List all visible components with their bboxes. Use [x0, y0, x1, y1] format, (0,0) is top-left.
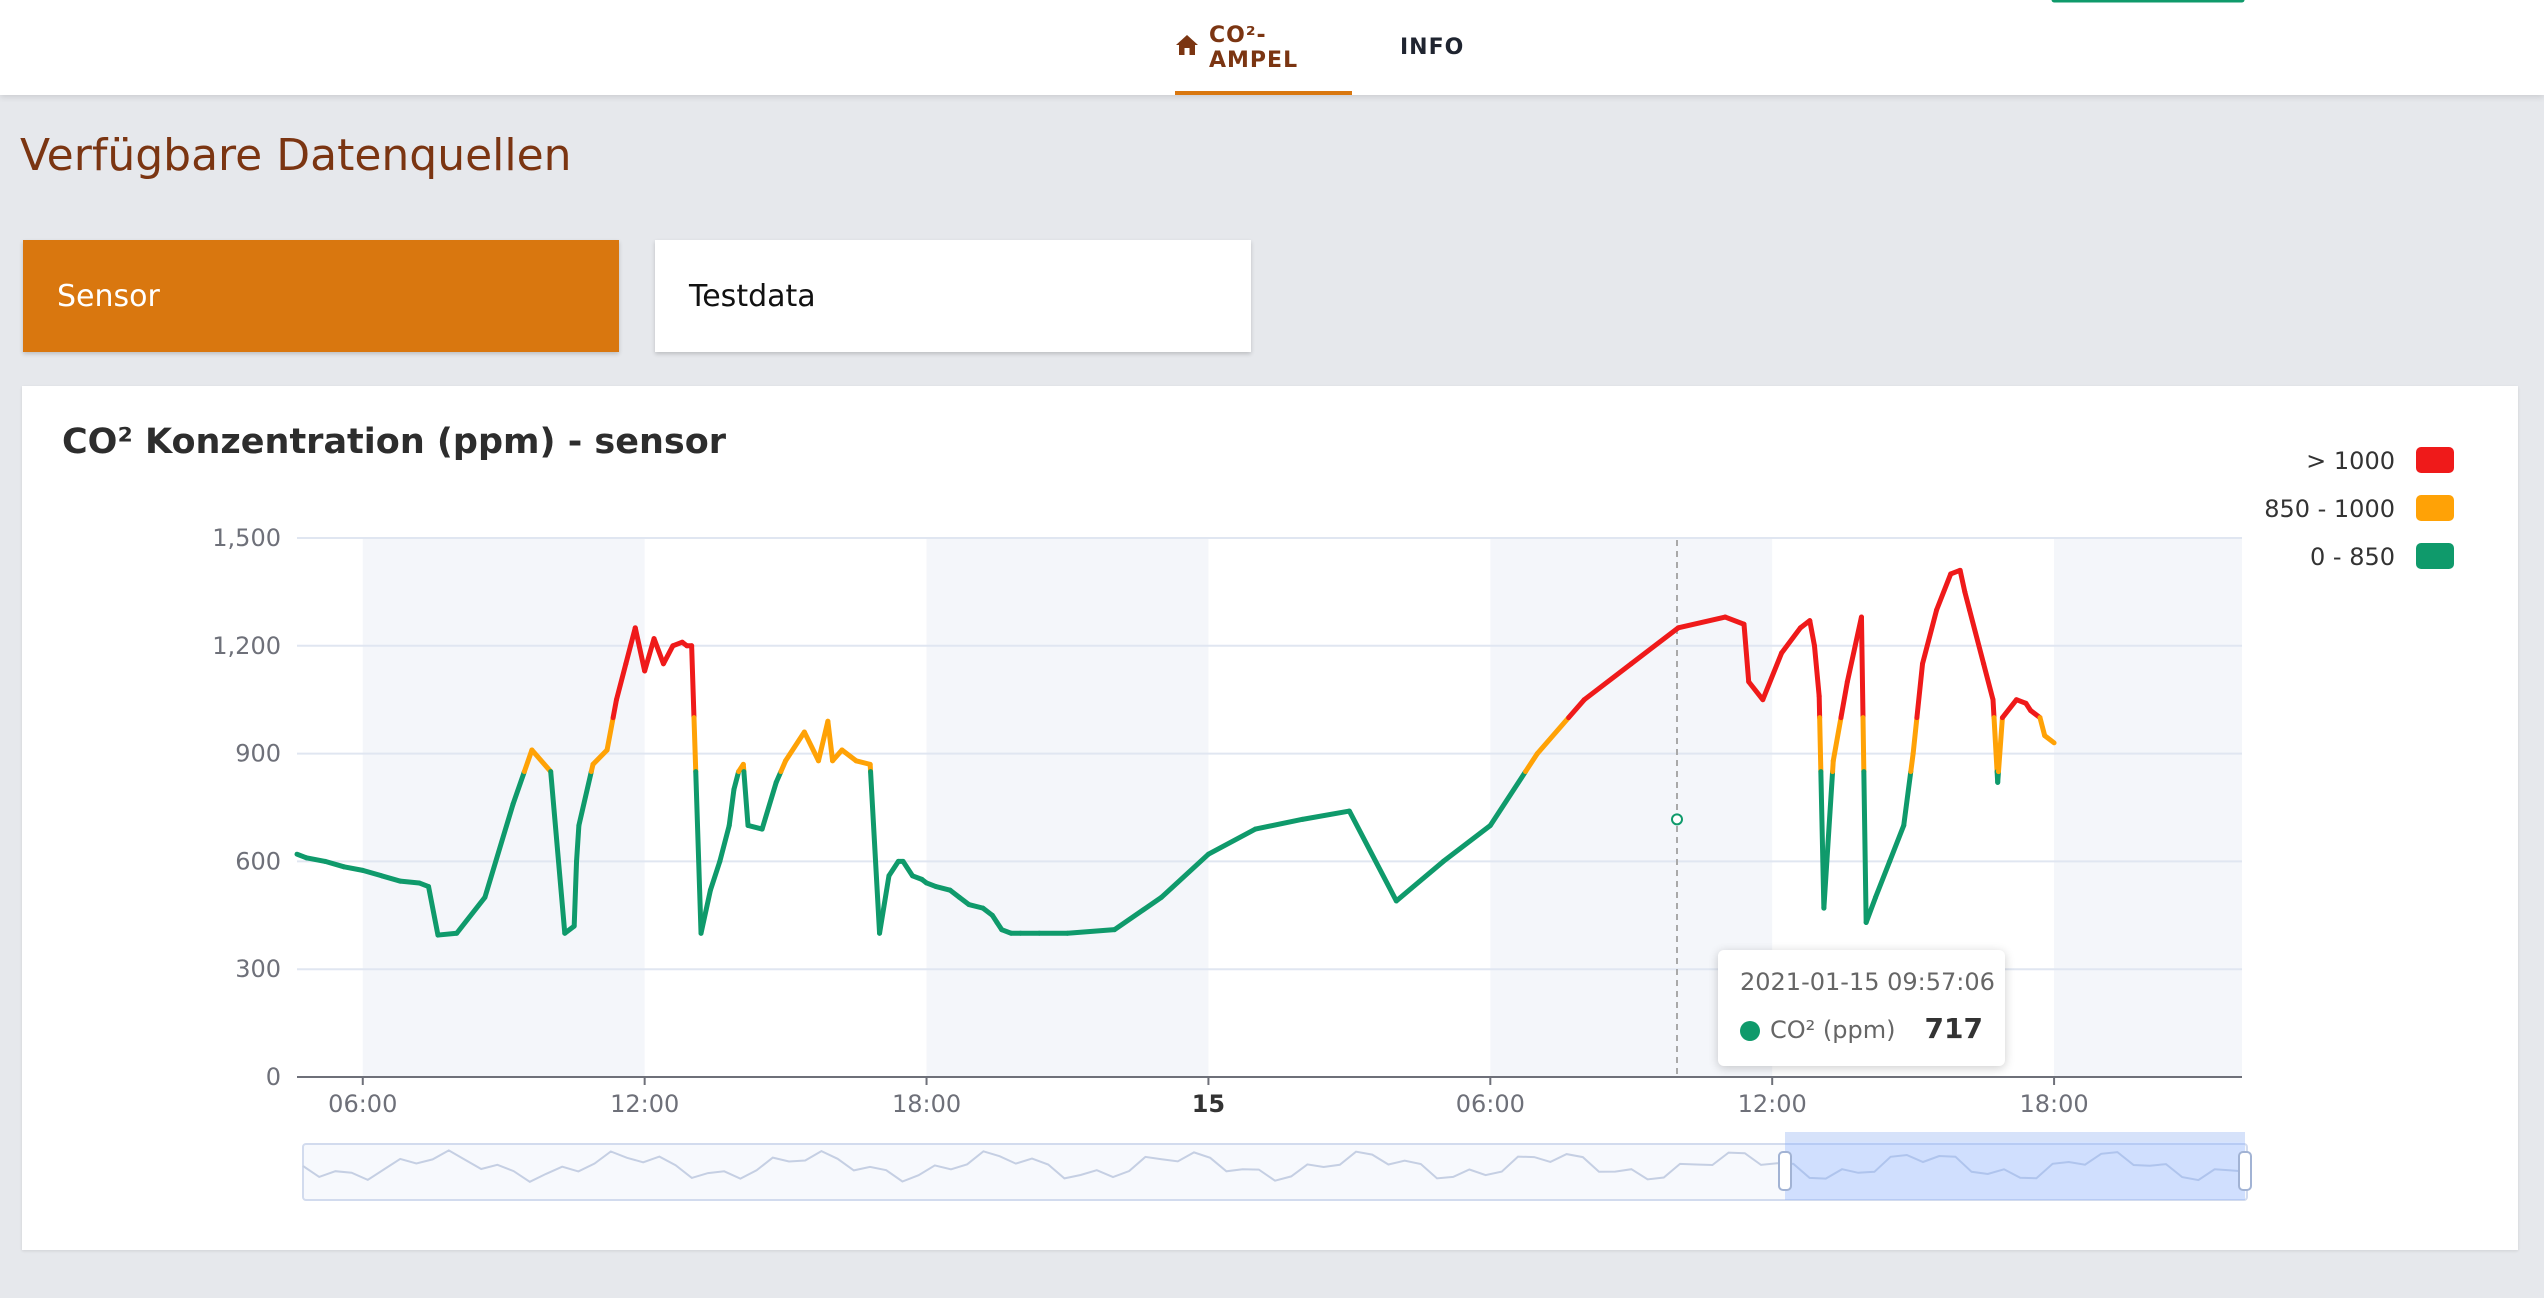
series-line-segment [1299, 808, 1352, 822]
series-line-segment [707, 858, 723, 893]
series-line-segment [1817, 715, 1824, 775]
x-tick-label: 12:00 [610, 1090, 679, 1118]
series-line-segment [1440, 822, 1493, 864]
zoom-move-handle[interactable] [1785, 1132, 2245, 1142]
series-line-segment [1995, 715, 2005, 775]
x-tick-label: 06:00 [328, 1090, 397, 1118]
legend-swatch[interactable] [2416, 495, 2454, 521]
series-line-segment [731, 769, 742, 793]
series-line-segment [741, 769, 751, 828]
x-tick-label: 18:00 [2019, 1090, 2088, 1118]
series-line-segment [2037, 715, 2048, 739]
series-line-segment [660, 643, 676, 667]
series-line-segment [1914, 661, 1926, 721]
series-line-segment [759, 779, 779, 832]
series-line-segment [610, 697, 619, 721]
series-line-segment [717, 822, 732, 864]
chart-tooltip: 2021-01-15 09:57:06 CO² (ppm) 717 [1718, 950, 2005, 1066]
series-line-segment [691, 715, 699, 775]
time-band [926, 538, 1209, 1077]
legend-swatch[interactable] [2416, 447, 2454, 473]
series-line-segment [1990, 697, 1997, 721]
series-line-segment [397, 878, 422, 886]
series-line-segment [886, 858, 901, 879]
zoom-handle-left[interactable] [1778, 1151, 1792, 1191]
series-line-segment [1957, 567, 1968, 595]
legend-label: > 1000 [2306, 447, 2395, 475]
series-line-segment [1908, 751, 1916, 775]
series-line-segment [825, 718, 836, 764]
y-tick-label: 300 [235, 955, 281, 983]
series-line-segment [1811, 643, 1822, 699]
series-line-segment [1838, 679, 1850, 721]
series-line-segment [1346, 808, 1399, 904]
series-line-segment [1860, 715, 1867, 775]
series-line-segment [877, 873, 892, 936]
series-line-segment [651, 636, 666, 667]
series-line-segment [801, 729, 821, 764]
series-line-segment [783, 729, 807, 764]
x-tick-label: 15 [1192, 1090, 1225, 1118]
series-line-segment [642, 636, 657, 674]
x-tick-label: 12:00 [1738, 1090, 1807, 1118]
series-line-segment [574, 822, 582, 864]
series-line-segment [1920, 607, 1940, 667]
series-line-segment [1981, 661, 1996, 703]
tooltip-time: 2021-01-15 09:57:06 [1740, 968, 1995, 996]
y-tick-label: 1,500 [212, 524, 281, 552]
series-line-segment [1858, 614, 1866, 721]
series-line-segment [1887, 822, 1907, 864]
series-line-segment [1901, 769, 1914, 828]
tooltip-value: 717 [1924, 1012, 1983, 1045]
series-dot-icon [1740, 1021, 1760, 1041]
y-tick-label: 1,200 [212, 632, 281, 660]
series-line-segment [1962, 589, 1973, 613]
y-tick-label: 0 [266, 1063, 281, 1091]
series-line-segment [1934, 571, 1954, 613]
series-line-segment [693, 769, 704, 936]
series-line-segment [303, 855, 328, 864]
legend-swatch[interactable] [2416, 543, 2454, 569]
co2-chart[interactable]: 0 300 600 900 1,200 1,500 06:00 12:00 18:00 15 06… [0, 0, 2544, 1298]
series-line-segment [900, 858, 915, 879]
series-line-segment [571, 858, 580, 929]
series-line-segment [1861, 769, 1869, 925]
series-line-segment [1873, 858, 1893, 900]
series-line-segment [839, 747, 859, 764]
zoom-selection-window[interactable] [1785, 1136, 2245, 1200]
time-band [2054, 538, 2242, 1077]
time-band [362, 538, 645, 1077]
series-line-segment [1205, 826, 1258, 857]
series-line-segment [1967, 607, 1987, 667]
series-line-segment [435, 930, 460, 938]
series-line-segment [1910, 715, 1920, 757]
series-line-segment [1999, 697, 2019, 721]
series-line-segment [2042, 733, 2057, 746]
series-line-segment [341, 864, 366, 873]
hover-point [1671, 813, 1683, 826]
series-line-segment [1821, 769, 1836, 911]
legend-label: 0 - 850 [2310, 543, 2395, 571]
series-line-segment [1393, 858, 1446, 904]
tooltip-series-name: CO² (ppm) [1770, 1016, 1896, 1044]
x-tick-label: 06:00 [1456, 1090, 1525, 1118]
series-line-segment [726, 787, 737, 828]
series-line-segment [1807, 618, 1817, 649]
series-line-segment [868, 769, 883, 936]
y-tick-label: 900 [235, 740, 281, 768]
series-line-segment [689, 643, 697, 721]
x-tick-label: 18:00 [892, 1090, 961, 1118]
data-zoom-slider[interactable] [302, 1132, 2252, 1201]
legend-label: 850 - 1000 [2264, 495, 2395, 523]
y-tick-label: 600 [235, 847, 281, 875]
zoom-handle-right[interactable] [2238, 1151, 2252, 1191]
series-line-segment [1779, 625, 1803, 656]
series-line-segment [1252, 816, 1305, 832]
